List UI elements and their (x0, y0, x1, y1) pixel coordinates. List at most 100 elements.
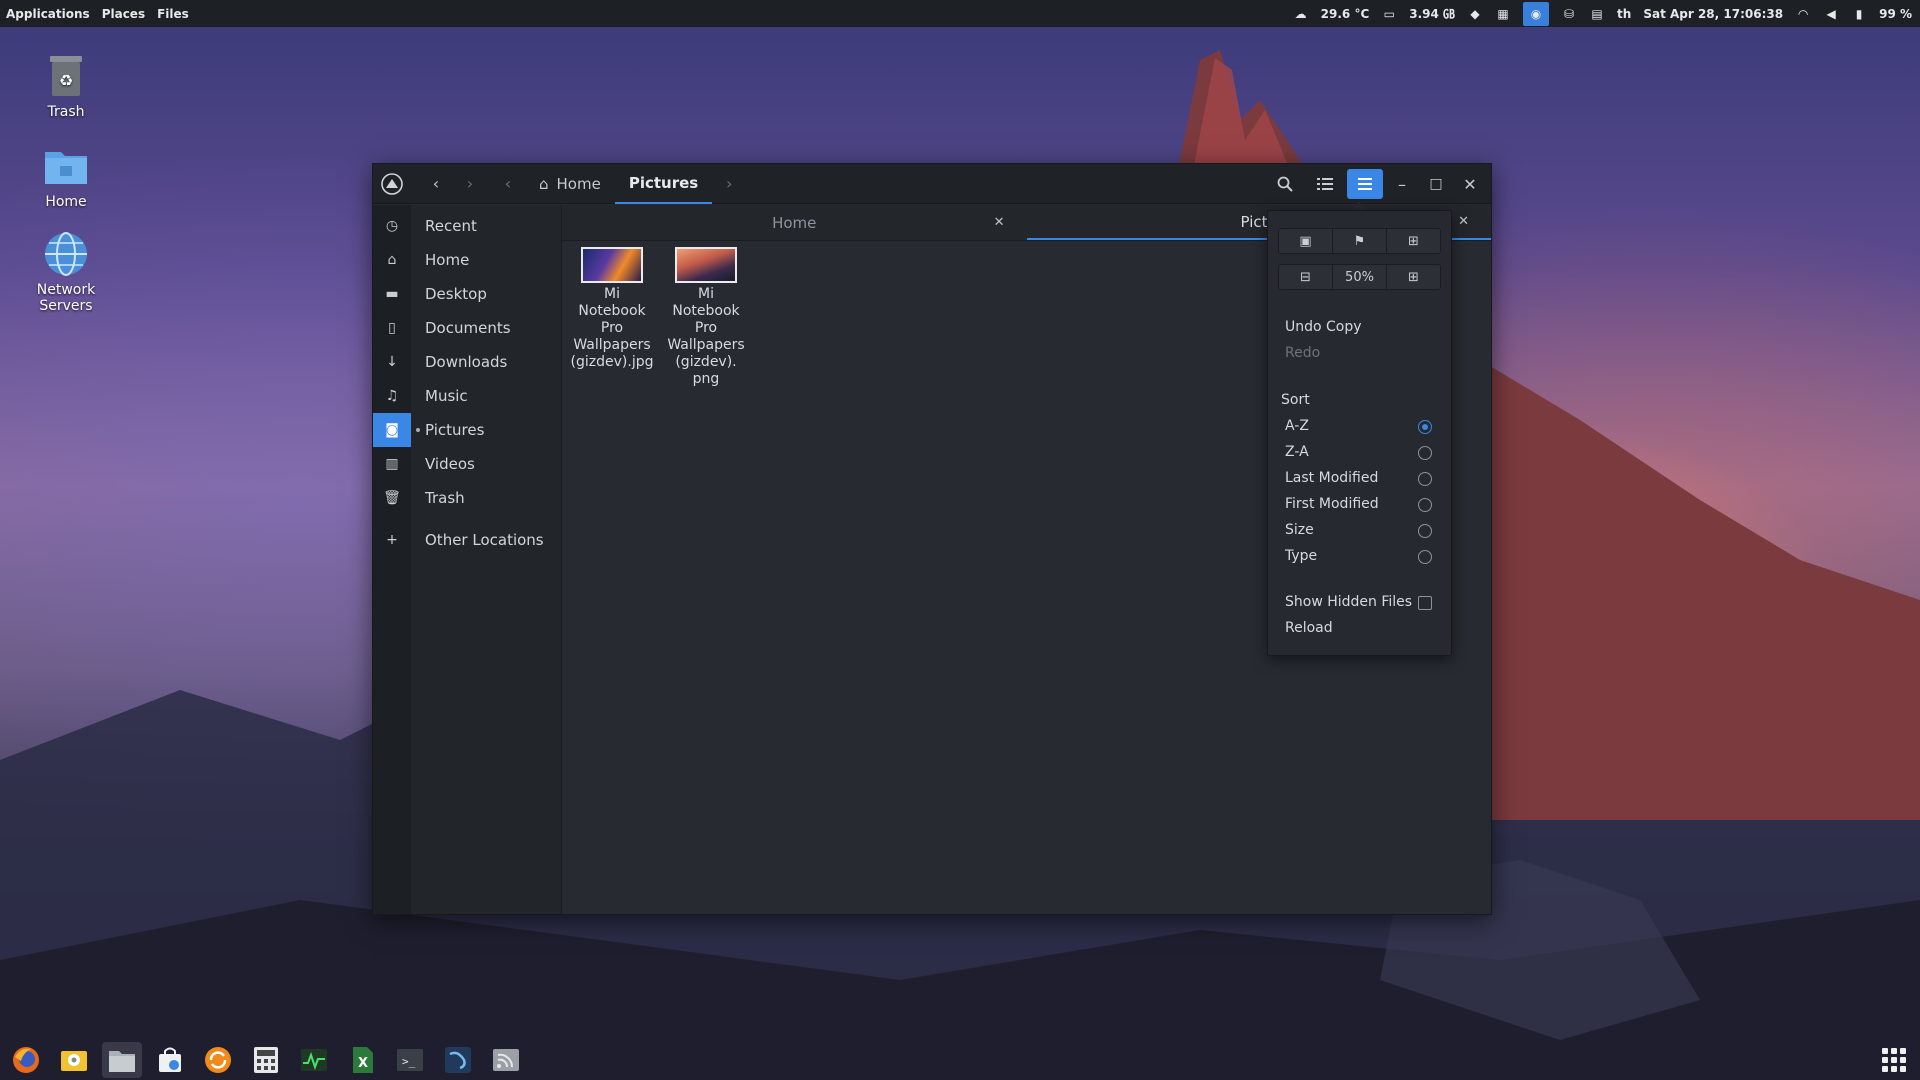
volume-icon[interactable]: ◀ (1823, 7, 1839, 21)
wifi-icon[interactable]: ◠ (1795, 7, 1811, 21)
header-bar: ‹ › ‹ ⌂ Home Pictures › – □ ✕ (373, 164, 1491, 204)
zoom-out-button[interactable]: ⊟ (1279, 265, 1333, 289)
breadcrumb-scroll-left[interactable]: ‹ (491, 169, 525, 199)
dropbox-icon[interactable]: ◆ (1467, 7, 1483, 21)
disk-usage[interactable]: 3.94 ㎇ (1409, 5, 1455, 22)
sort-size-radio[interactable] (1418, 524, 1432, 538)
system-monitor-icon[interactable] (294, 1042, 334, 1078)
zoom-in-button[interactable]: ⊞ (1387, 265, 1440, 289)
menu-button[interactable] (1347, 169, 1383, 199)
display-icon[interactable]: ▭ (1381, 7, 1397, 21)
camera-icon: ◙ (373, 413, 411, 447)
weather-temperature[interactable]: 29.6 °C (1321, 7, 1370, 21)
sort-a-z[interactable]: A-Z (1285, 418, 1309, 434)
sort-z-a-radio[interactable] (1418, 446, 1432, 460)
sort-first-modified-radio[interactable] (1418, 498, 1432, 512)
desktop-home[interactable]: Home (16, 142, 116, 210)
menu-applications[interactable]: Applications (0, 7, 96, 21)
sort-first-modified[interactable]: First Modified (1285, 496, 1379, 512)
file-name-line: Pro (694, 320, 718, 336)
files-icon[interactable] (102, 1042, 142, 1078)
sort-last-modified-radio[interactable] (1418, 472, 1432, 486)
document-icon: ▯ (388, 320, 396, 336)
sidebar-item-other-locations[interactable]: + Other Locations (373, 523, 561, 557)
cloud-icon[interactable]: ☁ (1293, 7, 1309, 21)
app-logo-icon (373, 169, 411, 199)
close-button[interactable]: ✕ (1455, 169, 1485, 199)
sort-size[interactable]: Size (1285, 522, 1314, 538)
sidebar-item-recent[interactable]: ◷ Recent (373, 209, 561, 243)
zoom-row: ⊟ 50% ⊞ (1278, 264, 1441, 290)
sidebar-item-home[interactable]: ⌂ Home (373, 243, 561, 277)
calculator-icon[interactable] (246, 1042, 286, 1078)
chevron-left-icon: ‹ (504, 174, 512, 193)
sort-z-a[interactable]: Z-A (1285, 444, 1309, 460)
tab-label: Home (772, 213, 817, 232)
file-name-line: (gizdev). (675, 354, 737, 370)
chevron-left-icon: ‹ (432, 174, 440, 193)
breadcrumb-scroll-right[interactable]: › (712, 169, 746, 199)
sidebar-item-downloads[interactable]: ↓ Downloads (373, 345, 561, 379)
menu-files[interactable]: Files (151, 7, 195, 21)
app-grid-icon[interactable] (1882, 1048, 1906, 1072)
clipboard-icon[interactable]: ▤ (1589, 7, 1605, 21)
image-thumbnail (581, 247, 643, 283)
close-tab-icon[interactable]: ✕ (1458, 214, 1469, 229)
search-button[interactable] (1267, 169, 1303, 199)
show-hidden-files-checkbox[interactable] (1418, 596, 1432, 610)
file-item[interactable]: Mi Notebook Pro Wallpapers (gizdev). png (666, 247, 746, 388)
new-folder-button[interactable]: ▣ (1279, 229, 1333, 253)
sort-a-z-radio[interactable] (1418, 420, 1432, 434)
redo-item[interactable]: Redo (1285, 345, 1320, 361)
new-folder-icon: ▣ (1299, 233, 1312, 249)
terminal-icon[interactable]: >_ (390, 1042, 430, 1078)
ide-icon[interactable] (438, 1042, 478, 1078)
sidebar-item-documents[interactable]: ▯ Documents (373, 311, 561, 345)
sidebar-item-trash[interactable]: 🗑︎ Trash (373, 481, 561, 515)
sidebar-item-desktop[interactable]: ▬ Desktop (373, 277, 561, 311)
battery-icon[interactable]: ▮ (1851, 7, 1867, 21)
rss-icon[interactable] (486, 1042, 526, 1078)
battery-percent[interactable]: 99 % (1879, 7, 1912, 21)
file-name-line: Mi (698, 286, 714, 302)
music-icon: ♫ (385, 388, 399, 404)
spreadsheet-icon[interactable]: X (342, 1042, 382, 1078)
panel-icon[interactable]: ▦ (1495, 7, 1511, 21)
update-icon[interactable] (198, 1042, 238, 1078)
breadcrumb-pictures[interactable]: Pictures (614, 164, 713, 204)
breadcrumb-home[interactable]: ⌂ Home (525, 164, 615, 204)
sort-last-modified[interactable]: Last Modified (1285, 470, 1378, 486)
minus-icon: ⊟ (1300, 269, 1311, 285)
firefox-icon[interactable] (6, 1042, 46, 1078)
desktop-network-servers[interactable]: Network Servers (16, 230, 116, 314)
file-item[interactable]: Mi Notebook Pro Wallpapers (gizdev).jpg (571, 247, 653, 388)
back-button[interactable]: ‹ (419, 169, 453, 199)
desktop-trash[interactable]: ♻ Trash (16, 52, 116, 120)
minimize-button[interactable]: – (1387, 169, 1417, 199)
store-icon[interactable] (150, 1042, 190, 1078)
show-hidden-files-item[interactable]: Show Hidden Files (1285, 594, 1412, 610)
menu-places[interactable]: Places (96, 7, 151, 21)
keyboard-layout[interactable]: th (1617, 7, 1631, 21)
hdd-icon[interactable]: ⛁ (1561, 7, 1577, 21)
sort-type-radio[interactable] (1418, 550, 1432, 564)
forward-button[interactable]: › (453, 169, 487, 199)
sort-type[interactable]: Type (1285, 548, 1317, 564)
screenshot-icon[interactable]: ◉ (1523, 1, 1550, 26)
sidebar-item-pictures[interactable]: ◙ Pictures (373, 413, 561, 447)
bookmark-button[interactable]: ⚑ (1333, 229, 1387, 253)
file-name-line: Wallpapers (573, 337, 651, 353)
undo-copy-item[interactable]: Undo Copy (1285, 319, 1362, 335)
home-icon: ⌂ (539, 174, 549, 193)
sidebar-item-music[interactable]: ♫ Music (373, 379, 561, 413)
view-toggle-button[interactable] (1307, 169, 1343, 199)
close-tab-icon[interactable]: ✕ (994, 215, 1005, 230)
clock-icon: ◷ (385, 218, 399, 234)
new-tab-button[interactable]: ⊞ (1387, 229, 1440, 253)
mail-icon[interactable] (54, 1042, 94, 1078)
clock[interactable]: Sat Apr 28, 17:06:38 (1643, 7, 1783, 21)
reload-item[interactable]: Reload (1285, 620, 1333, 636)
maximize-button[interactable]: □ (1421, 169, 1451, 199)
sidebar-item-videos[interactable]: ▥ Videos (373, 447, 561, 481)
tab-home[interactable]: Home ✕ (562, 205, 1027, 240)
